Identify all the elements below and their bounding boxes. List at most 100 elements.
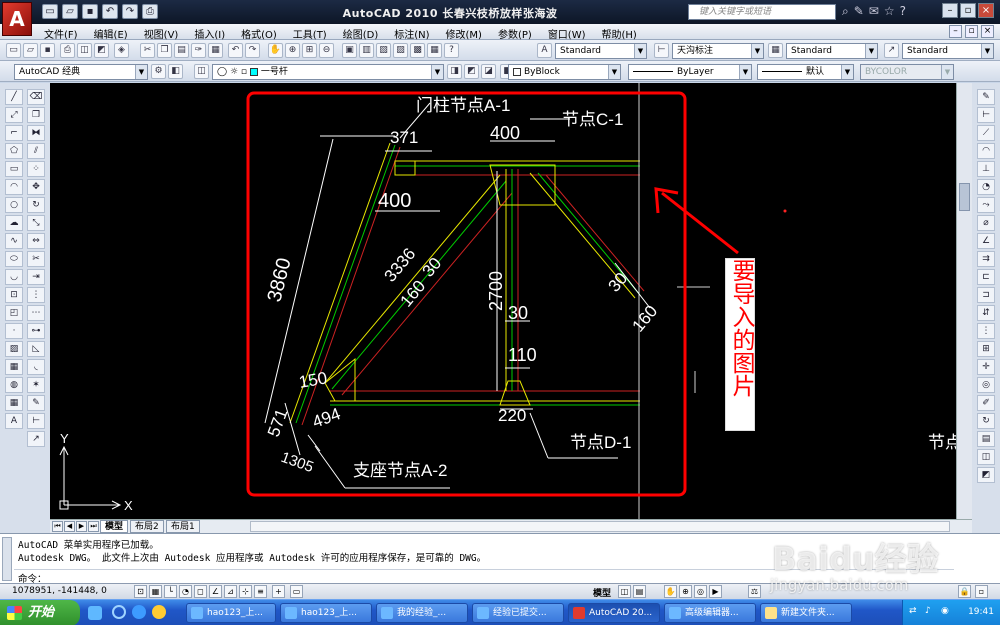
- break-icon[interactable]: ⋯: [27, 305, 45, 321]
- quickcalc-icon[interactable]: ▦: [427, 43, 442, 58]
- menu-modify[interactable]: 修改(M): [446, 26, 482, 41]
- menu-draw[interactable]: 绘图(D): [343, 26, 379, 41]
- match-properties-icon[interactable]: ✑: [191, 43, 206, 58]
- horizontal-scrollbar[interactable]: [250, 521, 950, 532]
- construction-line-icon[interactable]: ⤢: [5, 107, 23, 123]
- dim-diameter-icon[interactable]: ⌀: [977, 215, 995, 231]
- grid-icon[interactable]: ▦: [149, 585, 162, 598]
- minimize-button[interactable]: –: [942, 3, 958, 18]
- markup-icon[interactable]: ▩: [410, 43, 425, 58]
- prev-tab-button[interactable]: ◀: [64, 521, 75, 532]
- layer-tool-icon[interactable]: ◫: [977, 449, 995, 465]
- table-icon[interactable]: ▦: [5, 395, 23, 411]
- quick-dim-icon[interactable]: ⇉: [977, 251, 995, 267]
- dimension-icon[interactable]: ⊢: [27, 413, 45, 429]
- layer-previous-icon[interactable]: ◩: [464, 64, 479, 79]
- leader-icon[interactable]: ↗: [27, 431, 45, 447]
- pencil-edit-icon[interactable]: ✎: [977, 89, 995, 105]
- coordinate-display[interactable]: 1078951, -141448, 0: [12, 586, 107, 596]
- tool-palettes-icon[interactable]: ▧: [376, 43, 391, 58]
- dim-space-icon[interactable]: ⇵: [977, 305, 995, 321]
- lineweight-select[interactable]: 默认 ▼: [757, 64, 854, 80]
- ortho-icon[interactable]: └: [164, 585, 177, 598]
- quick-properties-icon[interactable]: +: [272, 585, 285, 598]
- tab-layout2[interactable]: 布局2: [130, 520, 164, 533]
- erase-icon[interactable]: ⌫: [27, 89, 45, 105]
- fillet-icon[interactable]: ◟: [27, 359, 45, 375]
- drawing-canvas[interactable]: 371 400 400 3860 3336 30 160 2700 30 110…: [50, 83, 956, 519]
- menu-tools[interactable]: 工具(T): [293, 26, 327, 41]
- workspace-select[interactable]: AutoCAD 经典 ▼: [14, 64, 148, 80]
- dim-angular-icon[interactable]: ∠: [977, 233, 995, 249]
- save-icon[interactable]: ▪: [82, 4, 98, 19]
- taskbar-item-experience-submitted[interactable]: 经验已提交...: [472, 603, 564, 623]
- close-button[interactable]: ×: [978, 3, 994, 18]
- block-editor-icon[interactable]: ▦: [208, 43, 223, 58]
- menu-dimension[interactable]: 标注(N): [394, 26, 429, 41]
- quick-view-drawings-icon[interactable]: ▤: [633, 585, 646, 598]
- favorites-star-icon[interactable]: ☆: [884, 4, 895, 19]
- scale-icon[interactable]: ⤡: [27, 215, 45, 231]
- text-edit-icon[interactable]: ✎: [27, 395, 45, 411]
- ie-quicklaunch-icon[interactable]: [112, 605, 126, 619]
- subscription-icon[interactable]: ✎: [854, 4, 864, 19]
- undo-icon[interactable]: ↶: [102, 4, 118, 19]
- rectangle-icon[interactable]: ▭: [5, 161, 23, 177]
- command-window-grip[interactable]: [2, 537, 12, 581]
- zoom-status-icon[interactable]: ⊕: [679, 585, 692, 598]
- arc-icon[interactable]: ◠: [5, 179, 23, 195]
- line-icon[interactable]: ╱: [5, 89, 23, 105]
- dim-ordinate-icon[interactable]: ⊥: [977, 161, 995, 177]
- network-icon[interactable]: ⇄: [909, 606, 917, 616]
- toolbar-lock-icon[interactable]: 🔒: [958, 585, 971, 598]
- tab-layout1[interactable]: 布局1: [166, 520, 200, 533]
- tolerance-icon[interactable]: ⊞: [977, 341, 995, 357]
- autocad-app-button[interactable]: A: [2, 2, 32, 36]
- pan-icon[interactable]: ✋: [268, 43, 283, 58]
- table-style-select[interactable]: Standard ▼: [786, 43, 878, 59]
- help-icon[interactable]: ?: [900, 4, 906, 19]
- break-at-point-icon[interactable]: ⋮: [27, 287, 45, 303]
- workspace-settings-gear-icon[interactable]: ⚙: [151, 64, 166, 79]
- next-tab-button[interactable]: ▶: [76, 521, 87, 532]
- polar-icon[interactable]: ◔: [179, 585, 192, 598]
- taskbar-item-hao123-2[interactable]: hao123_上...: [280, 603, 372, 623]
- mtext-icon[interactable]: A: [5, 413, 23, 429]
- doc-restore-button[interactable]: ▫: [965, 25, 978, 38]
- trim-icon[interactable]: ✂: [27, 251, 45, 267]
- zoom-window-icon[interactable]: ⊞: [302, 43, 317, 58]
- publish-icon[interactable]: ◩: [94, 43, 109, 58]
- make-block-icon[interactable]: ◰: [5, 305, 23, 321]
- security-icon[interactable]: ◉: [941, 606, 949, 616]
- selection-cycling-icon[interactable]: ▭: [290, 585, 303, 598]
- communication-icon[interactable]: ✉: [869, 4, 879, 19]
- command-input[interactable]: 命令：: [14, 569, 954, 585]
- open-icon[interactable]: ▱: [23, 43, 38, 58]
- open-file-icon[interactable]: ▱: [62, 4, 78, 19]
- revision-cloud-icon[interactable]: ☁: [5, 215, 23, 231]
- help-icon[interactable]: ?: [444, 43, 459, 58]
- multileader-style-select[interactable]: Standard ▼: [902, 43, 994, 59]
- inspection-icon[interactable]: ◎: [977, 377, 995, 393]
- show-desktop-icon[interactable]: [88, 606, 102, 620]
- customize-icon[interactable]: ◧: [168, 64, 183, 79]
- region-icon[interactable]: ◍: [5, 377, 23, 393]
- plot-icon[interactable]: ⎙: [60, 43, 75, 58]
- join-icon[interactable]: ⊶: [27, 323, 45, 339]
- copy-icon[interactable]: ❐: [157, 43, 172, 58]
- start-button[interactable]: 开始: [0, 600, 80, 625]
- pan-status-icon[interactable]: ✋: [664, 585, 677, 598]
- layer-state-icon[interactable]: ◪: [481, 64, 496, 79]
- dim-update-icon[interactable]: ↻: [977, 413, 995, 429]
- menu-window[interactable]: 窗口(W): [548, 26, 586, 41]
- showmotion-icon[interactable]: ▶: [709, 585, 722, 598]
- taskbar-item-autocad[interactable]: AutoCAD 20...: [568, 603, 660, 623]
- menu-edit[interactable]: 编辑(E): [94, 26, 128, 41]
- 3d-dwf-icon[interactable]: ◈: [114, 43, 129, 58]
- design-center-icon[interactable]: ▥: [359, 43, 374, 58]
- plot-preview-icon[interactable]: ◫: [77, 43, 92, 58]
- insert-block-icon[interactable]: ⊡: [5, 287, 23, 303]
- gradient-icon[interactable]: ▦: [5, 359, 23, 375]
- zoom-realtime-icon[interactable]: ⊕: [285, 43, 300, 58]
- menu-help[interactable]: 帮助(H): [602, 26, 637, 41]
